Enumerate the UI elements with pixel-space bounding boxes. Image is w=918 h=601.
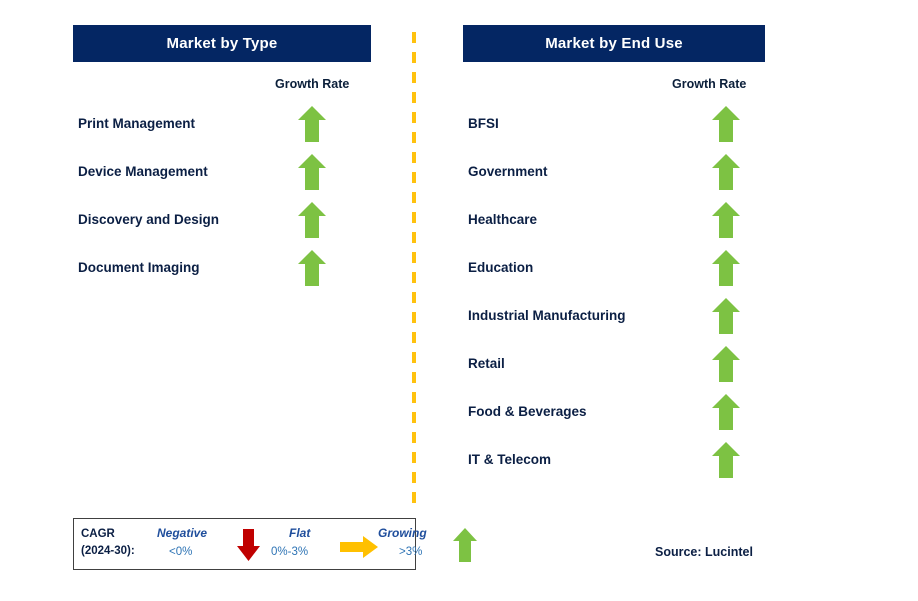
legend-cagr-line1: CAGR bbox=[81, 528, 115, 540]
vertical-dashed-divider bbox=[412, 32, 416, 512]
list-item: Document Imaging bbox=[78, 248, 378, 296]
segment-label: Education bbox=[468, 260, 534, 275]
growth-rate-column-header-left: Growth Rate bbox=[275, 77, 350, 91]
arrow-up-icon bbox=[298, 106, 326, 142]
segment-label: Food & Beverages bbox=[468, 404, 587, 419]
legend-item-negative: Negative <0% bbox=[152, 519, 267, 569]
segment-label: Government bbox=[468, 164, 548, 179]
growth-rate-column-header-right: Growth Rate bbox=[672, 77, 747, 91]
legend-flat-value: 0%-3% bbox=[271, 546, 309, 558]
list-item: BFSI bbox=[468, 104, 768, 152]
market-by-end-use-header: Market by End Use bbox=[463, 25, 765, 62]
growth-indicator bbox=[711, 297, 741, 335]
list-item: IT & Telecom bbox=[468, 440, 768, 488]
growth-indicator bbox=[711, 393, 741, 431]
arrow-up-icon bbox=[712, 202, 740, 238]
list-item: Education bbox=[468, 248, 768, 296]
growth-indicator bbox=[711, 105, 741, 143]
list-item: Print Management bbox=[78, 104, 378, 152]
segment-label: Industrial Manufacturing bbox=[468, 308, 626, 323]
arrow-up-icon bbox=[298, 154, 326, 190]
arrow-up-icon bbox=[712, 394, 740, 430]
list-item: Healthcare bbox=[468, 200, 768, 248]
legend-box: CAGR (2024-30): Negative <0% Flat 0%-3% … bbox=[73, 518, 477, 570]
growth-indicator bbox=[711, 441, 741, 479]
list-item: Device Management bbox=[78, 152, 378, 200]
legend-item-growing: Growing >3% bbox=[372, 519, 482, 569]
market-by-type-title: Market by Type bbox=[166, 35, 278, 52]
legend-flat-label: Flat bbox=[289, 526, 311, 540]
growth-indicator bbox=[711, 249, 741, 287]
legend-negative-value: <0% bbox=[169, 546, 193, 558]
arrow-up-icon bbox=[452, 527, 478, 563]
arrow-up-icon-svg bbox=[453, 528, 477, 562]
growth-indicator bbox=[297, 201, 327, 239]
segment-label: IT & Telecom bbox=[468, 452, 552, 467]
arrow-down-icon bbox=[236, 528, 261, 562]
market-by-type-list: Print Management Device Management Disco… bbox=[78, 104, 378, 296]
growth-indicator bbox=[711, 201, 741, 239]
segment-label: BFSI bbox=[468, 116, 499, 131]
legend-negative-label: Negative bbox=[157, 526, 208, 540]
arrow-up-icon bbox=[298, 202, 326, 238]
list-item: Industrial Manufacturing bbox=[468, 296, 768, 344]
segment-label: Device Management bbox=[78, 164, 208, 179]
segment-label: Healthcare bbox=[468, 212, 538, 227]
arrow-up-icon bbox=[712, 154, 740, 190]
legend-cagr-line2: (2024-30): bbox=[81, 545, 135, 557]
growth-indicator bbox=[711, 153, 741, 191]
arrow-up-icon bbox=[712, 346, 740, 382]
list-item: Retail bbox=[468, 344, 768, 392]
market-by-end-use-title: Market by End Use bbox=[545, 35, 683, 52]
list-item: Food & Beverages bbox=[468, 392, 768, 440]
growth-indicator bbox=[297, 249, 327, 287]
legend-item-flat: Flat 0%-3% bbox=[267, 519, 382, 569]
arrow-up-icon bbox=[298, 250, 326, 286]
list-item: Government bbox=[468, 152, 768, 200]
segment-label: Document Imaging bbox=[78, 260, 200, 275]
arrow-up-icon bbox=[712, 106, 740, 142]
list-item: Discovery and Design bbox=[78, 200, 378, 248]
market-by-end-use-list: BFSI Government Healthcare Education Ind… bbox=[468, 104, 768, 488]
growth-indicator bbox=[297, 153, 327, 191]
arrow-up-icon bbox=[712, 442, 740, 478]
growth-indicator bbox=[711, 345, 741, 383]
arrow-up-icon bbox=[712, 250, 740, 286]
segment-label: Retail bbox=[468, 356, 505, 371]
legend-growing-value: >3% bbox=[399, 546, 423, 558]
legend-cagr-title: CAGR (2024-30): bbox=[81, 526, 135, 560]
source-note: Source: Lucintel bbox=[655, 545, 753, 559]
arrow-up-icon bbox=[712, 298, 740, 334]
legend-growing-label: Growing bbox=[378, 526, 427, 540]
segment-label: Print Management bbox=[78, 116, 196, 131]
arrow-down-icon-svg bbox=[237, 529, 260, 561]
growth-indicator bbox=[297, 105, 327, 143]
market-by-type-header: Market by Type bbox=[73, 25, 371, 62]
segment-label: Discovery and Design bbox=[78, 212, 220, 227]
